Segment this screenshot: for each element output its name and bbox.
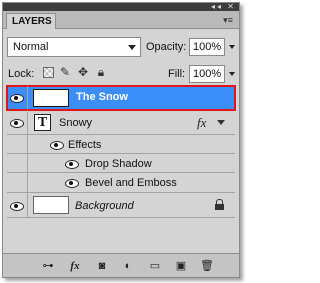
layer-name[interactable]: Snowy [59,117,92,129]
brush-lock-icon[interactable]: ✎ [58,65,72,79]
effects-row[interactable]: Effects [7,135,235,154]
fx-icon[interactable]: fx [68,259,82,273]
layer-name[interactable]: The Snow [76,91,128,103]
screenshot-frame: ◂◂ ✕ LAYERS ▾≡ Normal Opacity: 100% Lock… [0,0,246,283]
mask-icon[interactable]: ◙ [95,259,109,273]
eye-icon[interactable] [64,176,80,190]
divider [27,86,28,109]
trash-icon[interactable]: 🗑 [200,259,214,273]
chevron-down-icon[interactable] [217,120,225,125]
effects-label: Effects [68,139,102,151]
group-folder-icon[interactable]: ▭ [148,259,162,273]
fx-icon: fx [197,115,207,130]
fill-label: Fill: [168,68,186,80]
layers-toolbar: ⊶ fx ◙ ◐ ▭ ▣ 🗑 [3,253,239,277]
chevron-down-icon [128,45,136,50]
opacity-input[interactable]: 100% [189,38,225,56]
effect-name: Bevel and Emboss [85,177,177,189]
layer-row-background[interactable]: Background [7,193,235,218]
blend-mode-dropdown[interactable]: Normal [7,37,141,57]
layers-panel: ◂◂ ✕ LAYERS ▾≡ Normal Opacity: 100% Lock… [2,2,240,278]
layer-thumbnail [33,196,69,214]
divider [27,193,28,217]
effect-row-drop-shadow[interactable]: Drop Shadow [7,154,235,173]
eye-icon[interactable] [9,116,25,130]
panel-menu-icon[interactable]: ▾≡ [221,14,235,26]
panel-title-strip: ◂◂ ✕ [3,2,239,11]
eye-icon[interactable] [9,199,25,213]
layer-thumbnail [33,89,69,107]
panel-tab-row: LAYERS ▾≡ [3,11,239,29]
link-layers-icon[interactable]: ⊶ [41,259,55,273]
layer-name[interactable]: Background [75,200,134,212]
opacity-slider-arrow-icon[interactable] [229,45,235,49]
divider [27,135,28,153]
divider [27,154,28,172]
eye-icon[interactable] [64,157,80,171]
blend-mode-value: Normal [13,41,49,53]
effect-row-bevel-emboss[interactable]: Bevel and Emboss [7,173,235,193]
move-lock-icon[interactable]: ✥ [76,65,90,79]
layer-row-the-snow[interactable]: The Snow [6,85,236,111]
divider [27,110,28,134]
text-layer-icon: T [34,114,51,131]
padlock-icon[interactable]: 🔒︎ [94,65,108,79]
eye-icon[interactable] [9,91,25,105]
divider [27,173,28,192]
fill-input[interactable]: 100% [189,65,225,83]
opacity-label: Opacity: [146,41,187,53]
lock-label: Lock: [8,68,35,80]
adjustment-icon[interactable]: ◐ [121,259,135,273]
panel-window-controls[interactable]: ◂◂ ✕ [211,2,236,11]
lock-icon [215,199,224,210]
layer-row-snowy[interactable]: T Snowy fx [7,110,235,135]
new-layer-icon[interactable]: ▣ [174,259,188,273]
effect-name: Drop Shadow [85,158,152,170]
tab-layers[interactable]: LAYERS [6,13,56,29]
layers-list: The Snow T Snowy fx Effects Drop Shadow … [6,85,236,249]
fill-slider-arrow-icon[interactable] [229,72,235,76]
transparency-lock-icon[interactable] [43,67,54,78]
lock-buttons: ✎ ✥ 🔒︎ [43,65,108,81]
eye-icon[interactable] [49,138,65,152]
